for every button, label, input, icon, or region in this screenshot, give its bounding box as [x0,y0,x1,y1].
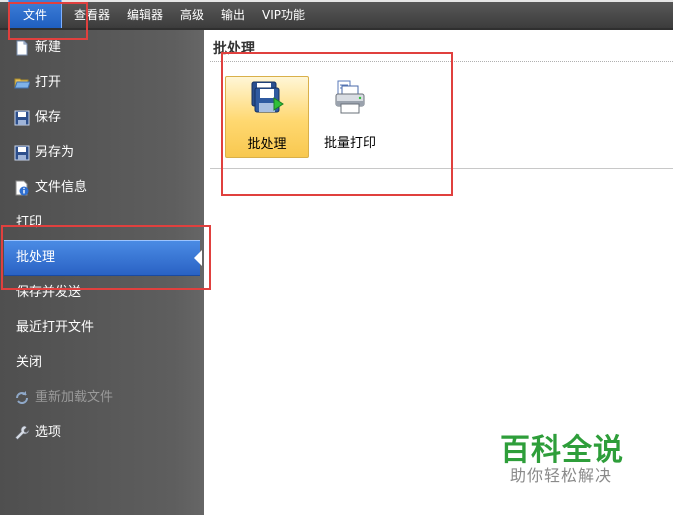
group-bottom-divider [210,168,673,169]
sidebar-item-label: 另存为 [35,145,75,160]
sidebar-item-label: 新建 [35,40,62,55]
menu-vip[interactable]: VIP功能 [262,0,305,28]
menu-bar: 文件 查看器 编辑器 高级 输出 VIP功能 [0,0,673,30]
sidebar-item-file-info[interactable]: 文件信息 [0,171,204,205]
menu-output[interactable]: 输出 [221,0,245,28]
batch-print-icon [335,80,365,114]
sidebar-item-label: 打印 [16,215,43,230]
sidebar-item-label: 关闭 [16,355,43,370]
reload-icon [16,391,28,404]
sidebar-item-label: 保存并发送 [16,285,82,300]
save-as-icon [14,145,30,161]
menu-editor[interactable]: 编辑器 [127,0,163,28]
sidebar-item-label: 打开 [35,75,62,90]
sidebar-item-save-and-send[interactable]: 保存并发送 [0,276,204,310]
sidebar-item-save[interactable]: 保存 [0,101,204,135]
menu-viewer[interactable]: 查看器 [74,0,110,28]
sidebar-item-label: 选项 [35,425,62,440]
wrench-icon [15,425,30,440]
batch-process-button[interactable]: 批处理 [225,76,309,158]
sidebar-item-save-as[interactable]: 另存为 [0,136,204,170]
batch-print-button[interactable]: 批量打印 [309,76,391,156]
menu-advanced[interactable]: 高级 [180,0,204,28]
sidebar-item-label: 保存 [35,110,62,125]
sidebar-item-options[interactable]: 选项 [0,416,204,450]
menu-file[interactable]: 文件 [8,0,62,28]
section-title: 批处理 [213,41,255,57]
sidebar-item-batch-process[interactable]: 批处理 [4,240,202,276]
sidebar-item-label: 重新加载文件 [35,390,114,405]
batch-print-label: 批量打印 [323,136,376,151]
watermark-subtitle: 助你轻松解决 [510,466,613,485]
section-divider [210,61,673,62]
sidebar-item-label: 文件信息 [35,180,88,195]
sidebar-item-recent-files[interactable]: 最近打开文件 [0,311,204,345]
save-icon [14,110,30,126]
sidebar-item-new[interactable]: 新建 [0,31,204,65]
sidebar-item-label: 批处理 [16,250,56,265]
sidebar-item-print[interactable]: 打印 [0,206,204,240]
batch-process-icon [251,81,284,113]
selection-pointer [194,250,202,266]
batch-process-label: 批处理 [247,137,287,152]
sidebar-item-reload-file[interactable]: 重新加载文件 [0,381,204,415]
file-info-icon [15,180,29,196]
file-sidebar: 新建 打开 保存 另存为 文件信息 打印 批处理 保存并发送 最近打开文件 关闭… [0,30,204,515]
sidebar-item-open[interactable]: 打开 [0,66,204,100]
sidebar-item-label: 最近打开文件 [16,320,95,335]
sidebar-item-close[interactable]: 关闭 [0,346,204,380]
open-folder-icon [14,78,30,89]
new-file-icon [16,40,28,56]
